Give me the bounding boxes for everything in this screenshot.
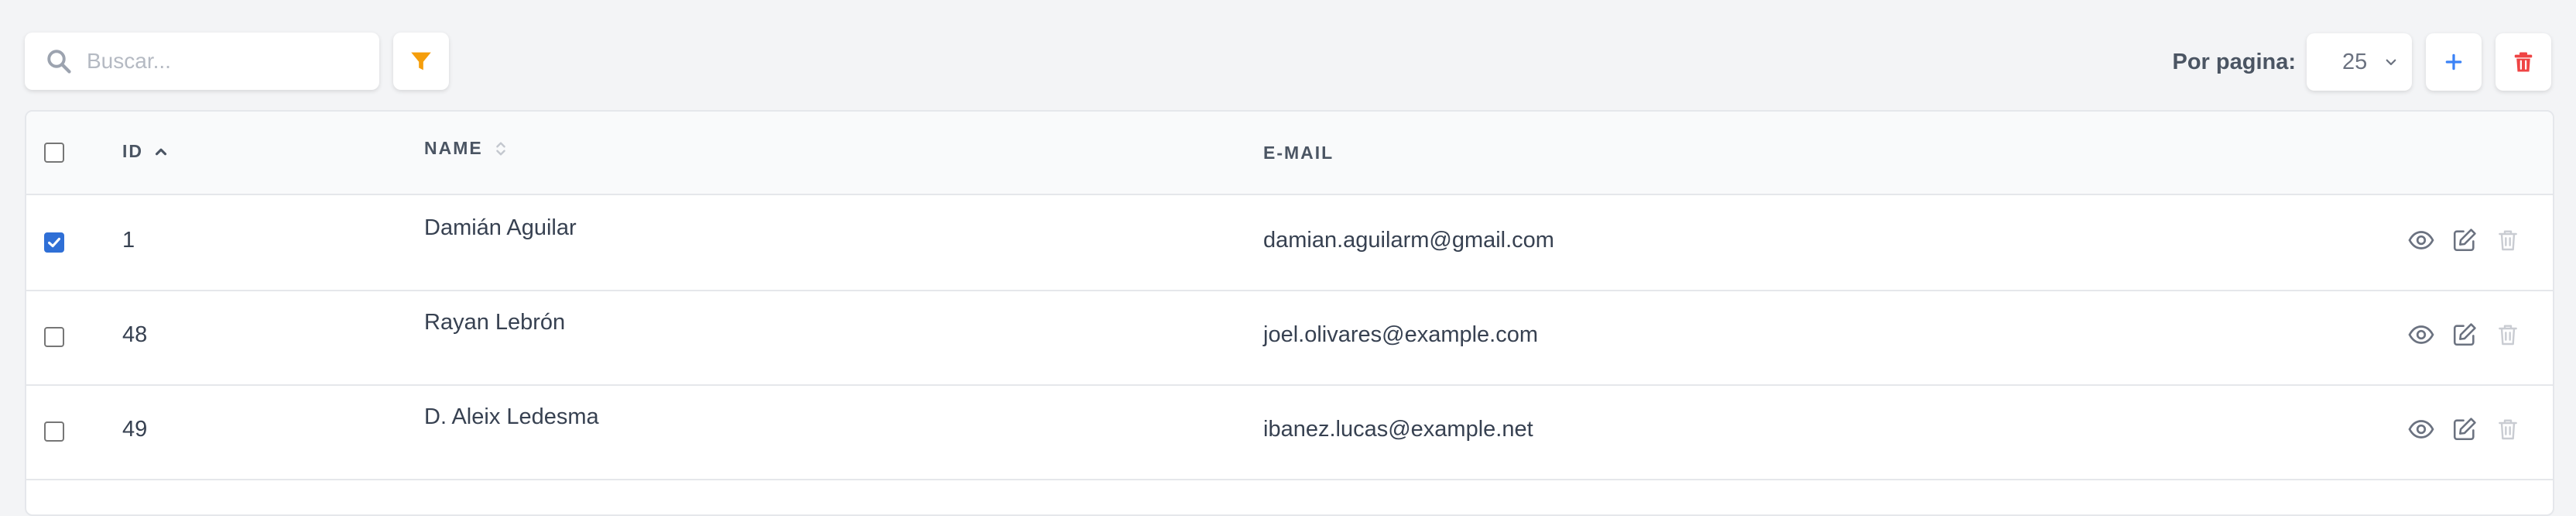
view-button[interactable] <box>2407 226 2435 254</box>
sort-ascending-icon <box>155 148 167 155</box>
row-actions <box>2392 321 2522 349</box>
trash-icon <box>2499 230 2517 251</box>
plus-icon <box>2445 53 2462 71</box>
column-header-email-label: E-MAIL <box>1263 143 1334 163</box>
edit-icon <box>2453 229 2476 252</box>
toolbar: Por pagina: 25 <box>25 33 2551 91</box>
eye-icon <box>2408 420 2434 439</box>
delete-button[interactable] <box>2494 226 2522 254</box>
column-header-name[interactable]: NAME <box>424 138 509 159</box>
trash-icon <box>2499 419 2517 440</box>
per-page-label: Por pagina: <box>2172 49 2296 74</box>
view-button[interactable] <box>2407 415 2435 443</box>
row-name: Damián Aguilar <box>424 215 577 240</box>
row-actions <box>2392 226 2522 254</box>
trash-icon <box>2499 325 2517 346</box>
view-button[interactable] <box>2407 321 2435 349</box>
table-row[interactable]: 49 D. Aleix Ledesma ibanez.lucas@example… <box>26 384 2553 480</box>
column-header-email: E-MAIL <box>1263 143 1334 163</box>
users-table: ID NAME E-MAIL 1 Damián Aguilar damian.a… <box>25 110 2554 516</box>
row-checkbox[interactable] <box>44 232 64 253</box>
chevron-down-icon <box>2386 59 2396 66</box>
row-name: D. Aleix Ledesma <box>424 404 599 429</box>
edit-button[interactable] <box>2451 226 2478 254</box>
table-controls: Por pagina: 25 <box>2172 33 2551 91</box>
row-id: 49 <box>122 417 148 442</box>
edit-button[interactable] <box>2451 321 2478 349</box>
select-all-checkbox[interactable] <box>44 143 64 163</box>
row-name: Rayan Lebrón <box>424 310 566 335</box>
row-email: damian.aguilarm@gmail.com <box>1263 228 1554 253</box>
row-id: 48 <box>122 322 148 347</box>
edit-icon <box>2453 418 2476 441</box>
edit-button[interactable] <box>2451 415 2478 443</box>
table-row[interactable]: 48 Rayan Lebrón joel.olivares@example.co… <box>26 290 2553 386</box>
row-checkbox[interactable] <box>44 327 64 347</box>
row-id: 1 <box>122 228 135 253</box>
checkmark-icon <box>48 237 60 248</box>
search-input[interactable] <box>85 48 379 74</box>
sort-both-icon <box>495 141 505 156</box>
trash-icon <box>2514 52 2533 72</box>
per-page-select[interactable]: 25 <box>2307 33 2412 91</box>
search-icon <box>47 50 71 74</box>
table-row[interactable]: 1 Damián Aguilar damian.aguilarm@gmail.c… <box>26 195 2553 291</box>
per-page-value: 25 <box>2342 49 2368 74</box>
table-header: ID NAME E-MAIL <box>26 112 2553 195</box>
eye-icon <box>2408 325 2434 344</box>
delete-button[interactable] <box>2494 415 2522 443</box>
delete-button[interactable] <box>2494 321 2522 349</box>
funnel-icon <box>411 52 431 71</box>
filter-button[interactable] <box>393 33 449 90</box>
column-header-id[interactable]: ID <box>122 141 170 162</box>
column-header-id-label: ID <box>122 141 143 161</box>
row-checkbox[interactable] <box>44 421 64 442</box>
bulk-delete-button[interactable] <box>2496 33 2551 91</box>
row-email: joel.olivares@example.com <box>1263 322 1539 347</box>
edit-icon <box>2453 323 2476 346</box>
search-box[interactable] <box>25 33 379 90</box>
column-header-name-label: NAME <box>424 138 483 158</box>
row-actions <box>2392 415 2522 443</box>
add-button[interactable] <box>2426 33 2482 91</box>
row-email: ibanez.lucas@example.net <box>1263 417 1533 442</box>
eye-icon <box>2408 231 2434 249</box>
